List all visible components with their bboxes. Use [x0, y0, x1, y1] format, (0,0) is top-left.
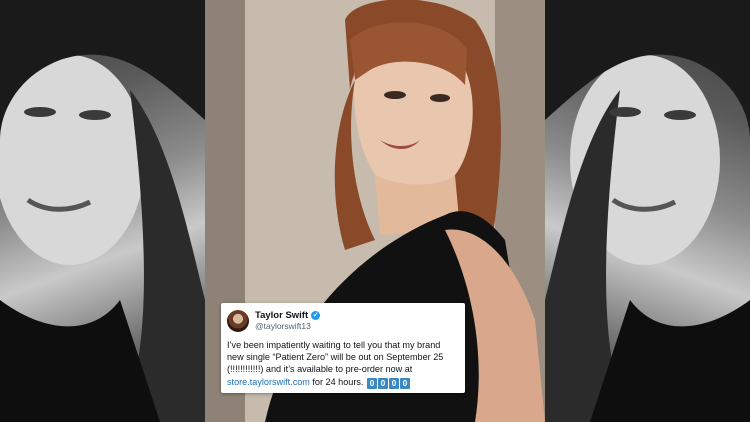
- avatar[interactable]: [227, 310, 249, 332]
- zero-emoji-4: 0: [400, 377, 410, 389]
- tweet-text: I’ve been impatiently waiting to tell yo…: [227, 339, 459, 389]
- tweet-author: Taylor Swift ✓ @taylorswift13: [255, 310, 321, 332]
- tweet-card: Taylor Swift ✓ @taylorswift13 I’ve been …: [221, 303, 465, 393]
- tweet-line-2: new single “Patient Zero” will be out on…: [227, 352, 444, 363]
- left-blurred-photo: [0, 0, 205, 422]
- user-handle[interactable]: @taylorswift13: [255, 321, 320, 332]
- zero-emoji-3: 0: [389, 377, 399, 389]
- right-blurred-photo: [545, 0, 750, 422]
- zero-emoji-1: 0: [367, 377, 377, 389]
- tweet-line-3: (!!!!!!!!!!!!) and it’s available to pre…: [227, 364, 413, 375]
- display-name[interactable]: Taylor Swift: [255, 310, 308, 321]
- tweet-line-4-text: for 24 hours.: [309, 376, 364, 387]
- zero-emoji-2: 0: [378, 377, 388, 389]
- tweet-line-1: I’ve been impatiently waiting to tell yo…: [227, 340, 441, 350]
- store-link[interactable]: store.taylorswift.com: [227, 377, 310, 387]
- tweet-header: Taylor Swift ✓ @taylorswift13: [227, 309, 459, 333]
- verified-check-icon: ✓: [311, 311, 321, 320]
- tweet-line-4: store.taylorswift.com for 24 hours. 0000: [227, 376, 459, 389]
